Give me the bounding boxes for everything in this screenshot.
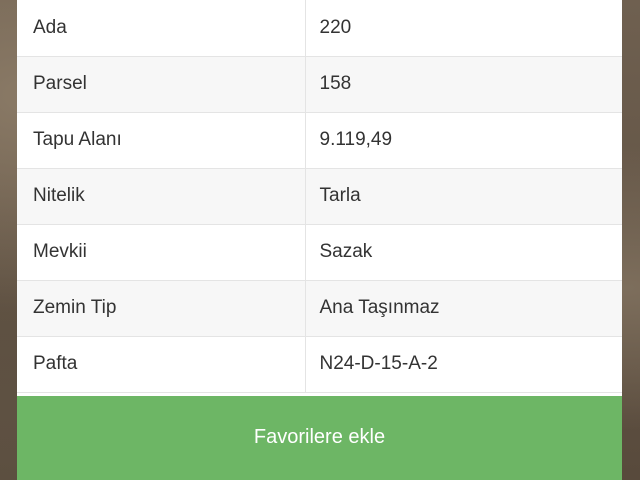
- add-to-favorites-label: Favorilere ekle: [253, 425, 386, 448]
- row-value: 220: [305, 0, 622, 57]
- table-row: Pafta N24-D-15-A-2: [17, 336, 622, 393]
- row-value: Tarla: [305, 168, 622, 225]
- parcel-info-panel: Ada 220 Parsel 158 Tapu Alanı 9.119,49 N…: [17, 0, 622, 480]
- row-label: Nitelik: [17, 168, 306, 225]
- row-label: Parsel: [17, 56, 306, 113]
- row-label: Tapu Alanı: [17, 112, 306, 169]
- table-row: Ada 220: [17, 0, 622, 57]
- row-value: 9.119,49: [305, 112, 622, 169]
- row-label: Mevkii: [17, 224, 306, 281]
- row-value: N24-D-15-A-2: [305, 336, 622, 393]
- table-row: Zemin Tip Ana Taşınmaz: [17, 280, 622, 337]
- table-row: Tapu Alanı 9.119,49: [17, 112, 622, 169]
- table-row: Parsel 158: [17, 56, 622, 113]
- parcel-details-table: Ada 220 Parsel 158 Tapu Alanı 9.119,49 N…: [17, 0, 622, 393]
- add-to-favorites-button[interactable]: Favorilere ekle: [17, 396, 622, 480]
- row-value: 158: [305, 56, 622, 113]
- row-label: Zemin Tip: [17, 280, 306, 337]
- table-row: Mevkii Sazak: [17, 224, 622, 281]
- row-value: Sazak: [305, 224, 622, 281]
- row-label: Ada: [17, 0, 306, 57]
- row-value: Ana Taşınmaz: [305, 280, 622, 337]
- table-row: Nitelik Tarla: [17, 168, 622, 225]
- row-label: Pafta: [17, 336, 306, 393]
